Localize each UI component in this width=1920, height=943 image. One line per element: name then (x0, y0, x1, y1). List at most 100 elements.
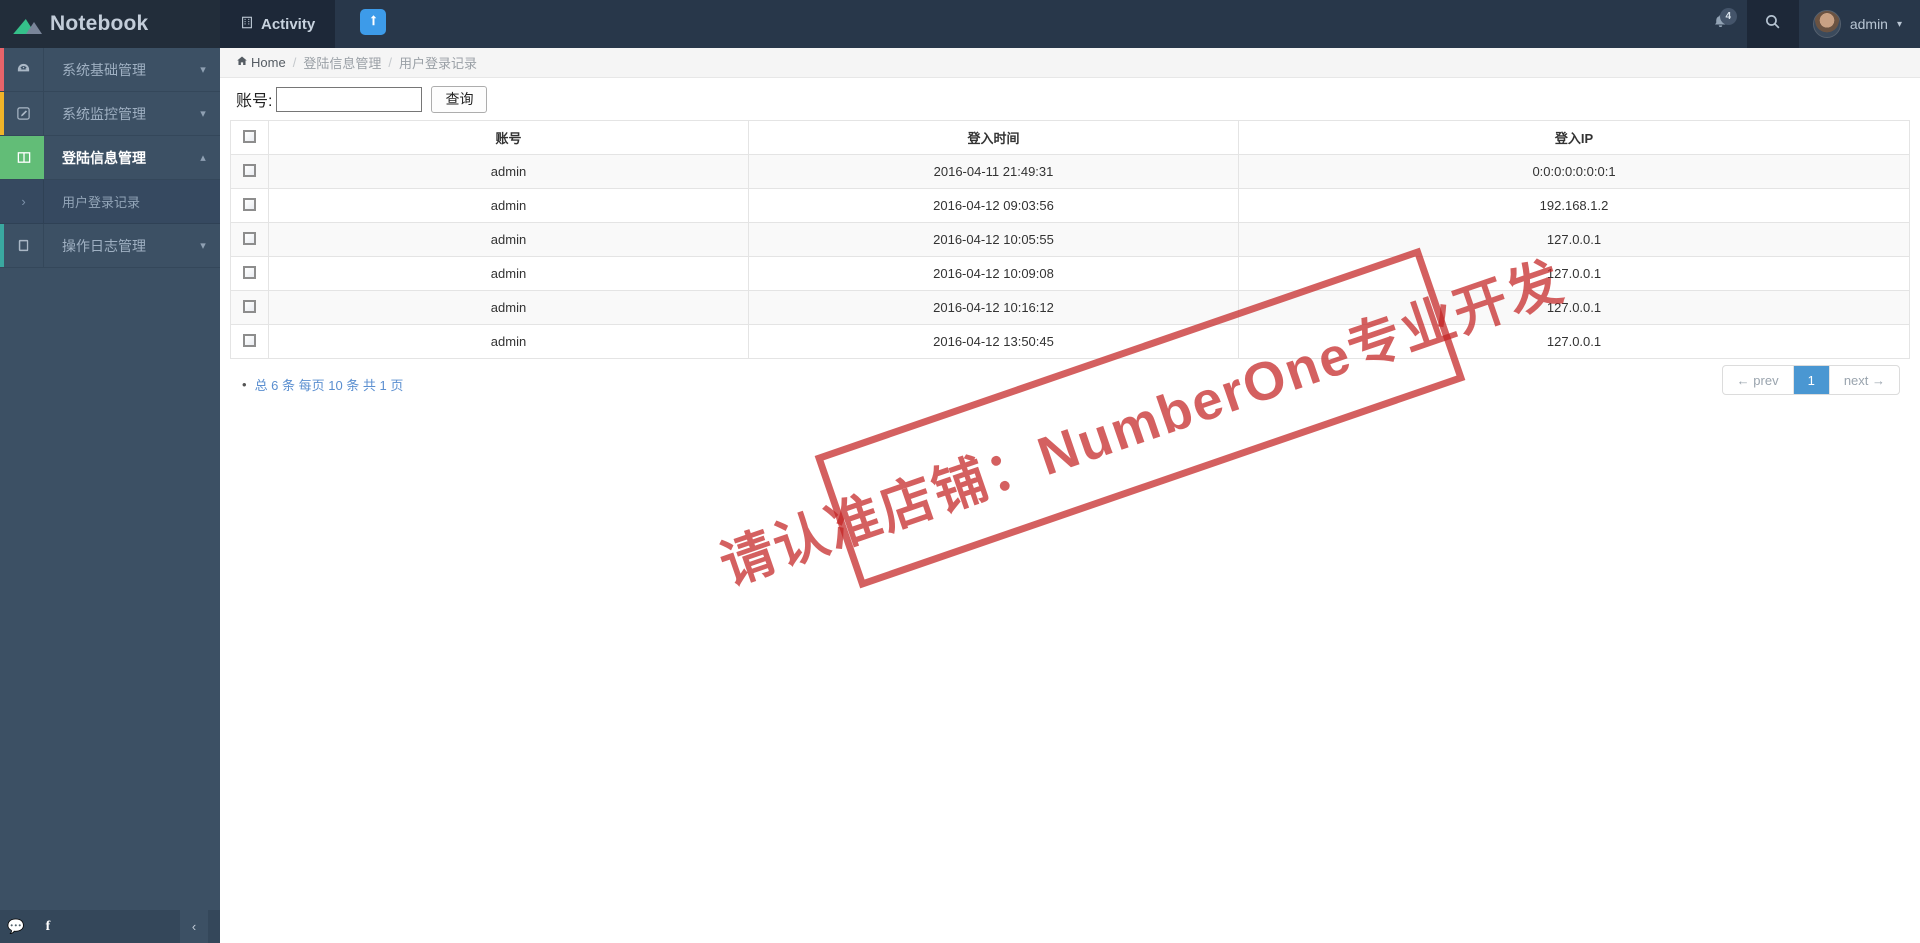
chevron-down-icon: ▾ (200, 108, 206, 120)
chat-bubble-icon[interactable]: 💬 (0, 910, 32, 943)
search-icon (1764, 13, 1781, 35)
column-header-account[interactable]: 账号 (268, 120, 749, 155)
sidebar-item-operation-log[interactable]: 操作日志管理 ▾ (0, 224, 220, 268)
breadcrumb: Home / 登陆信息管理 / 用户登录记录 (220, 48, 1920, 78)
app-root: Notebook 系统基础管理 ▾ 系统监控管理 ▾ 登陆信息管理 ▴ › 用户… (0, 0, 1920, 943)
breadcrumb-separator: / (292, 55, 297, 70)
notifications-button[interactable]: 4 (1695, 0, 1747, 48)
notebook-logo-icon (13, 13, 42, 35)
bullet-icon: • (242, 377, 247, 392)
columns-icon (4, 136, 44, 179)
table-row[interactable]: admin 2016-04-12 10:09:08 127.0.0.1 (230, 256, 1910, 291)
row-checkbox[interactable] (243, 231, 256, 245)
table-row[interactable]: admin 2016-04-11 21:49:31 0:0:0:0:0:0:0:1 (230, 154, 1910, 189)
brand-title: Notebook (50, 12, 149, 35)
cell-login-ip: 127.0.0.1 (1238, 324, 1910, 359)
row-select-cell (230, 188, 269, 223)
cell-login-time: 2016-04-12 13:50:45 (748, 324, 1239, 359)
column-header-login-ip[interactable]: 登入IP (1238, 120, 1910, 155)
cell-account: admin (268, 154, 749, 189)
sidebar-item-label: 系统监控管理 (62, 105, 146, 122)
pencil-icon (4, 92, 44, 135)
search-button[interactable] (1746, 0, 1799, 48)
cell-account: admin (268, 256, 749, 291)
cell-login-time: 2016-04-12 10:16:12 (748, 290, 1239, 325)
cell-login-ip: 127.0.0.1 (1238, 222, 1910, 257)
upload-person-icon[interactable] (360, 9, 386, 35)
row-select-cell (230, 324, 269, 359)
table-row[interactable]: admin 2016-04-12 09:03:56 192.168.1.2 (230, 188, 1910, 223)
notification-badge-count: 4 (1719, 8, 1737, 25)
breadcrumb-item-1[interactable]: 登陆信息管理 (303, 53, 381, 72)
facebook-icon[interactable]: f (32, 910, 64, 943)
query-button[interactable]: 查询 (431, 85, 488, 113)
sidebar-item-system-base[interactable]: 系统基础管理 ▾ (0, 48, 220, 92)
brand-logo[interactable]: Notebook (0, 0, 220, 48)
total-info-label[interactable]: 总 6 条 每页 10 条 共 1 页 (255, 375, 404, 394)
sidebar-item-system-monitor[interactable]: 系统监控管理 ▾ (0, 92, 220, 136)
sidebar: Notebook 系统基础管理 ▾ 系统监控管理 ▾ 登陆信息管理 ▴ › 用户… (0, 0, 220, 943)
sidebar-item-label: 系统基础管理 (62, 61, 146, 78)
table-row[interactable]: admin 2016-04-12 10:16:12 127.0.0.1 (230, 290, 1910, 325)
select-all-cell (230, 120, 269, 155)
building-icon (240, 15, 254, 34)
row-checkbox[interactable] (243, 163, 256, 177)
chevron-right-icon: › (4, 180, 44, 223)
account-filter-label: 账号: (236, 93, 273, 110)
pagination-prev[interactable]: ← prev (1723, 366, 1794, 394)
chevron-left-icon[interactable]: ‹ (180, 910, 208, 943)
tab-activity-label: Activity (261, 15, 316, 33)
cell-login-time: 2016-04-12 10:05:55 (748, 222, 1239, 257)
avatar (1812, 10, 1841, 38)
cell-login-time: 2016-04-12 09:03:56 (748, 188, 1239, 223)
cell-login-time: 2016-04-12 10:09:08 (748, 256, 1239, 291)
chevron-down-icon: ▾ (200, 240, 206, 252)
row-checkbox[interactable] (243, 265, 256, 279)
sidebar-footer: 💬 f ‹ (0, 910, 220, 943)
cell-login-ip: 0:0:0:0:0:0:0:1 (1238, 154, 1910, 189)
row-select-cell (230, 222, 269, 257)
cell-account: admin (268, 188, 749, 223)
total-info: • 总 6 条 每页 10 条 共 1 页 (242, 375, 403, 394)
cell-login-ip: 192.168.1.2 (1238, 188, 1910, 223)
cell-login-ip: 127.0.0.1 (1238, 256, 1910, 291)
table-row[interactable]: admin 2016-04-12 13:50:45 127.0.0.1 (230, 324, 1910, 359)
select-all-checkbox[interactable] (243, 129, 256, 143)
row-checkbox[interactable] (243, 333, 256, 347)
tab-activity[interactable]: Activity (220, 0, 336, 48)
user-menu[interactable]: admin ▾ (1799, 0, 1920, 48)
pagination: ← prev 1 next → (1721, 365, 1900, 395)
caret-down-icon: ▾ (1896, 18, 1902, 30)
sidebar-item-label: 操作日志管理 (62, 237, 146, 254)
user-menu-label: admin (1849, 16, 1888, 32)
pagination-next[interactable]: next → (1830, 366, 1899, 394)
row-select-cell (230, 256, 269, 291)
row-checkbox[interactable] (243, 299, 256, 313)
row-checkbox[interactable] (243, 197, 256, 211)
breadcrumb-home[interactable]: Home (236, 55, 286, 70)
topbar: Activity 4 admin ▾ (220, 0, 1920, 48)
sidebar-item-login-info[interactable]: 登陆信息管理 ▴ (0, 136, 220, 180)
cell-login-time: 2016-04-11 21:49:31 (748, 154, 1239, 189)
dashboard-icon (4, 48, 44, 91)
breadcrumb-home-label: Home (251, 55, 286, 70)
book-icon (4, 224, 44, 267)
cell-account: admin (268, 324, 749, 359)
sidebar-item-label: 登陆信息管理 (62, 149, 146, 166)
table-header-row: 账号 登入时间 登入IP (230, 120, 1910, 155)
sidebar-item-user-login-records[interactable]: › 用户登录记录 (0, 180, 220, 224)
sidebar-subitem-label: 用户登录记录 (62, 195, 141, 210)
column-header-login-time[interactable]: 登入时间 (748, 120, 1239, 155)
home-icon (236, 55, 248, 70)
search-input[interactable] (276, 86, 423, 112)
row-select-cell (230, 154, 269, 189)
pagination-page-1[interactable]: 1 (1793, 366, 1830, 394)
table-row[interactable]: admin 2016-04-12 10:05:55 127.0.0.1 (230, 222, 1910, 257)
cell-account: admin (268, 222, 749, 257)
breadcrumb-item-2[interactable]: 用户登录记录 (399, 53, 477, 72)
chevron-up-icon: ▴ (200, 152, 206, 164)
main-content: Home / 登陆信息管理 / 用户登录记录 账号: 查询 账号 登入时间 登入… (220, 48, 1920, 943)
cell-login-ip: 127.0.0.1 (1238, 290, 1910, 325)
topbar-actions: 4 admin ▾ (1695, 0, 1920, 48)
pager-row: • 总 6 条 每页 10 条 共 1 页 ← prev 1 next → (220, 365, 1920, 411)
